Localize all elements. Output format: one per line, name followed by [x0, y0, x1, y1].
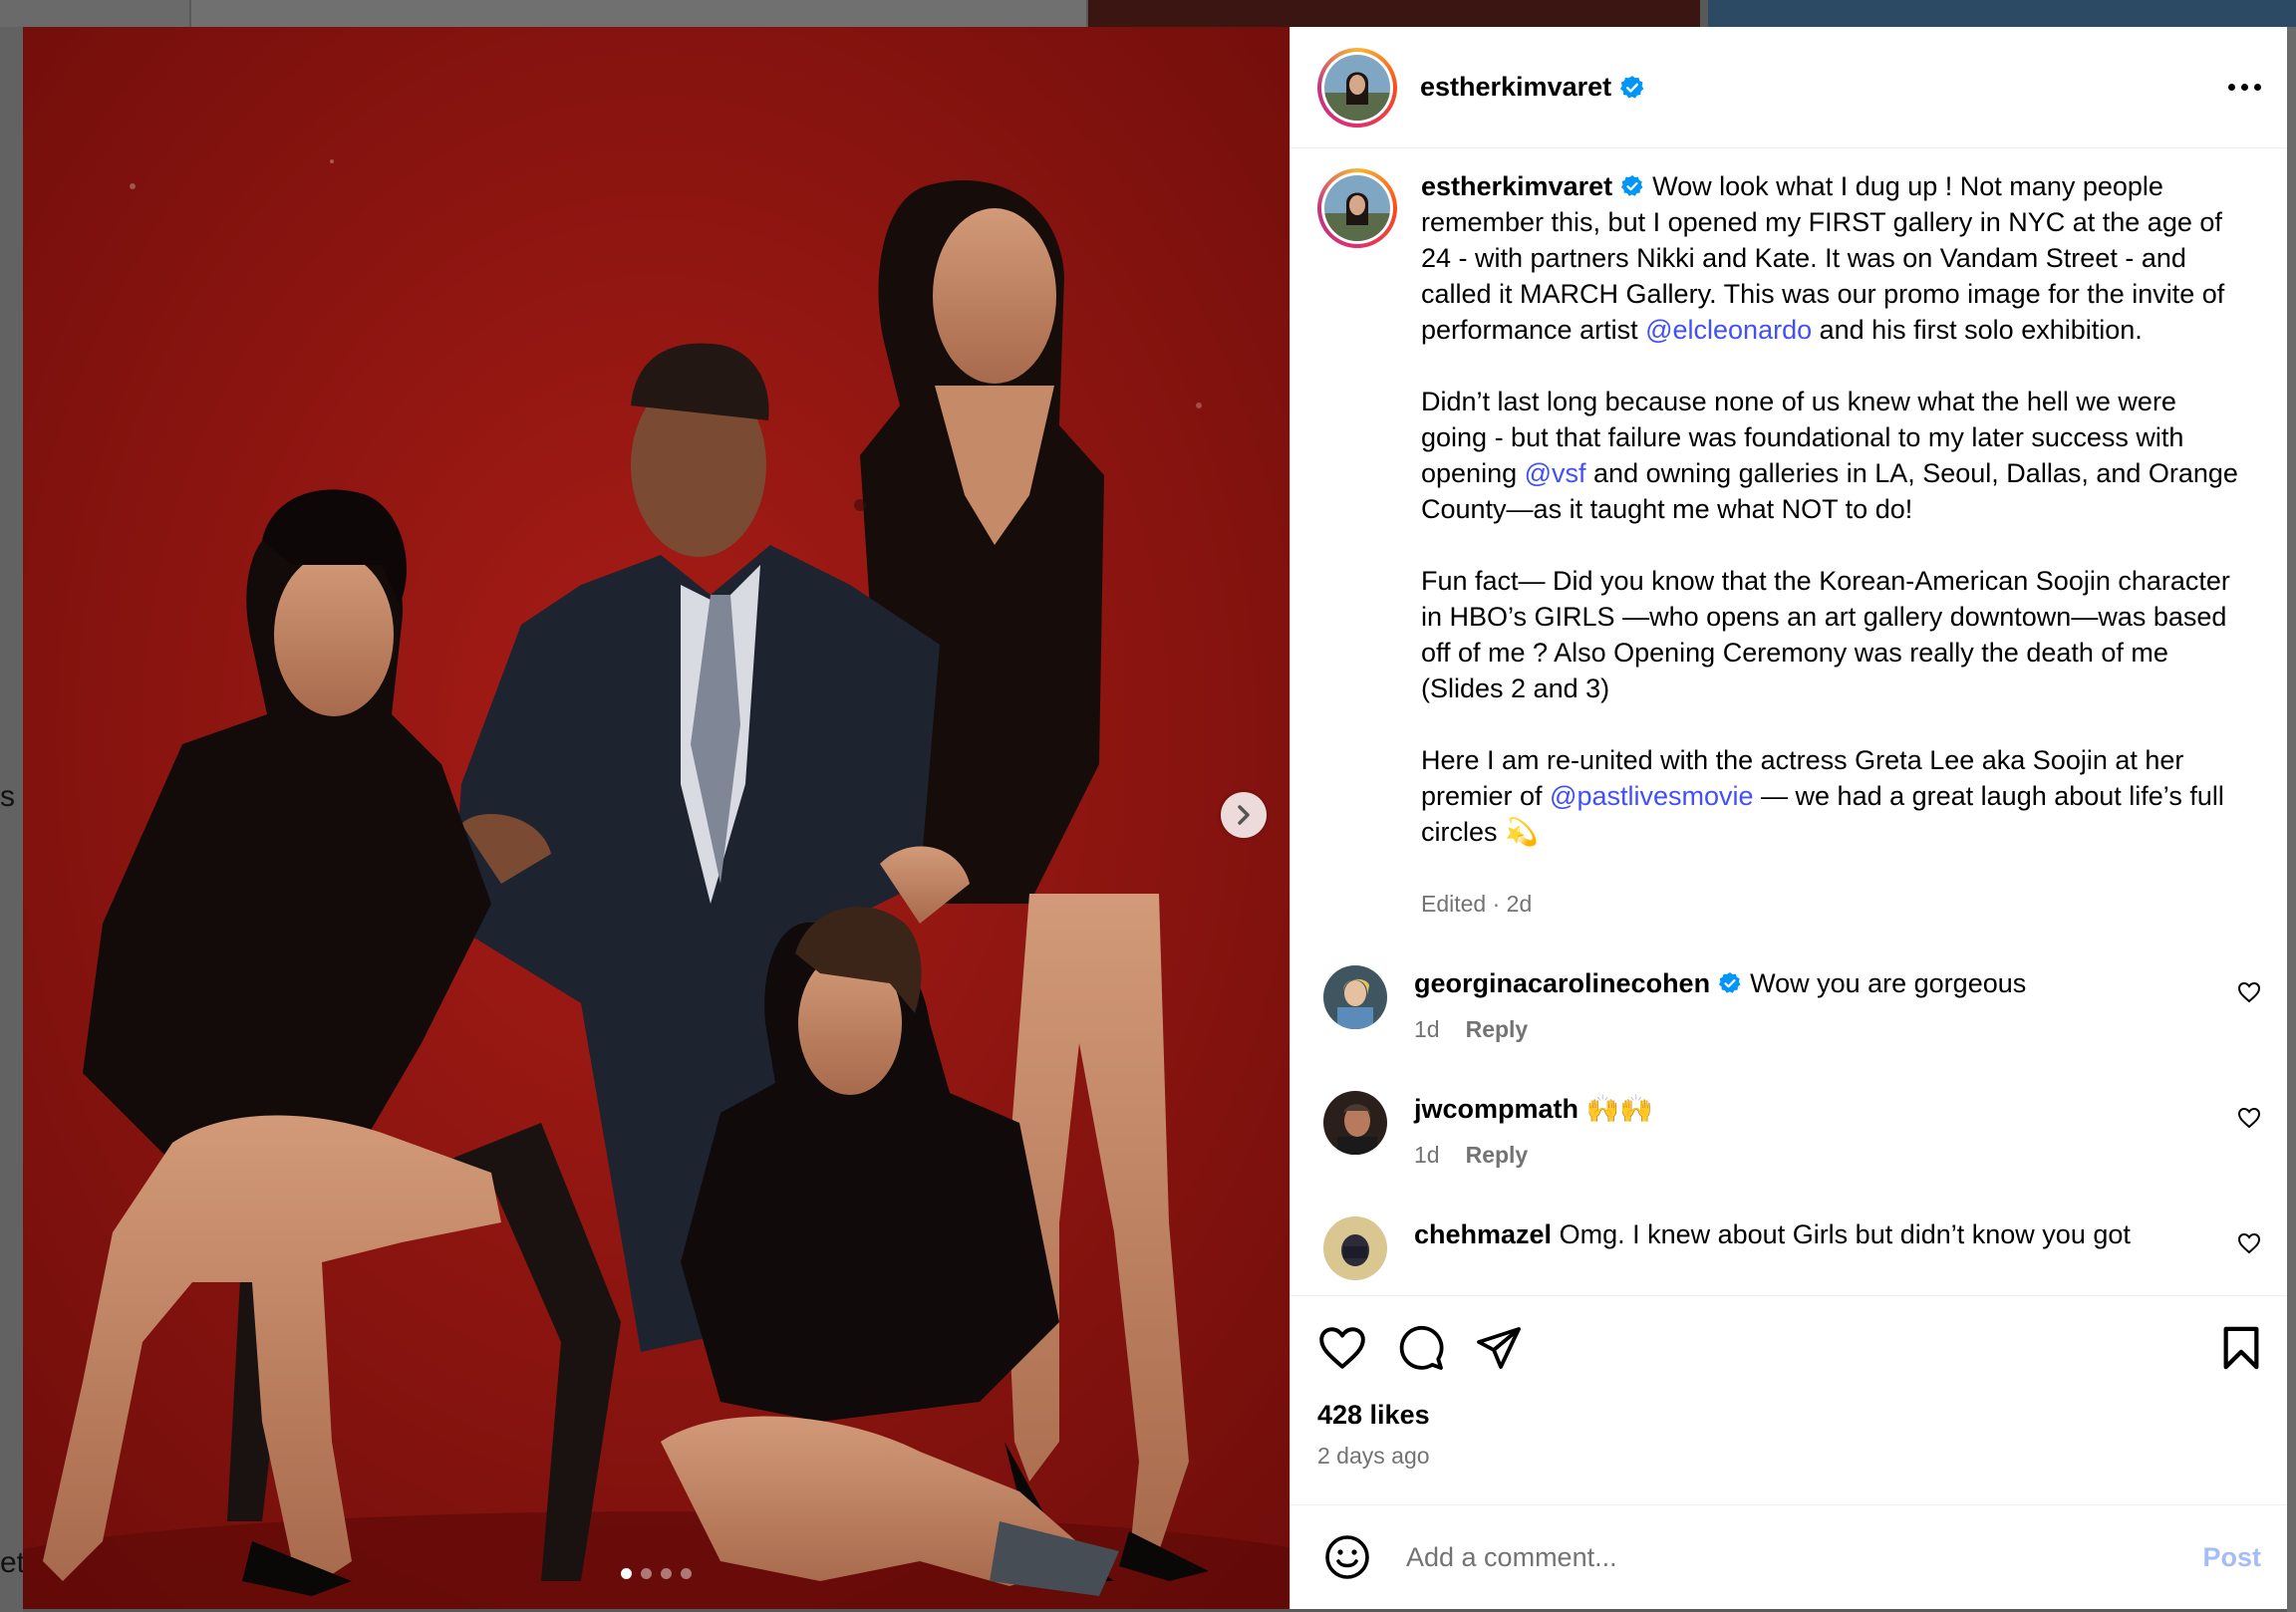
- comment-item: georginacarolinecohen Wow you are gorgeou…: [1317, 965, 2287, 1047]
- post-media: [23, 27, 1290, 1609]
- comment-like-heart-icon[interactable]: [2237, 981, 2261, 1003]
- caption-paragraph-1: estherkimvaret Wow look what I dug up ! N…: [1421, 168, 2238, 348]
- more-options-button[interactable]: [2228, 74, 2261, 101]
- background-feed-tile: [1708, 0, 2296, 27]
- comment-avatar[interactable]: [1323, 965, 1387, 1029]
- verified-badge-icon: [1621, 174, 1643, 196]
- share-button[interactable]: [1475, 1325, 1523, 1371]
- author-username[interactable]: estherkimvaret: [1420, 72, 1611, 103]
- comment-text: 🙌🙌: [1585, 1094, 1653, 1124]
- comment-username[interactable]: jwcompmath: [1414, 1094, 1578, 1124]
- caption-paragraph-3: Fun fact— Did you know that the Korean-A…: [1421, 566, 2230, 703]
- background-edge-text: et: [0, 1546, 26, 1579]
- comment-text: Omg. I knew about Girls but didn’t know …: [1559, 1219, 2131, 1249]
- slide-dot: [661, 1568, 672, 1579]
- mention-link[interactable]: @vsf: [1525, 458, 1586, 488]
- slide-dot: [641, 1568, 652, 1579]
- comment-like-heart-icon[interactable]: [2237, 1107, 2261, 1129]
- post-timestamp: 2 days ago: [1317, 1443, 1430, 1469]
- comment-button[interactable]: [1397, 1324, 1445, 1372]
- caption-paragraph-2: Didn’t last long because none of us knew…: [1421, 384, 2238, 527]
- comment-username[interactable]: chehmazel: [1414, 1219, 1552, 1249]
- verified-badge-icon: [1718, 971, 1741, 993]
- reply-button[interactable]: Reply: [1466, 1016, 1529, 1042]
- like-button[interactable]: [1317, 1325, 1367, 1371]
- comment-text: Wow you are gorgeous: [1750, 968, 2027, 998]
- background-feed-tile: [191, 0, 1086, 27]
- caption-meta: Edited · 2d: [1421, 891, 1533, 917]
- emoji-icon: [1325, 1535, 1369, 1579]
- comment-item: chehmazel Omg. I knew about Girls but di…: [1317, 1216, 2287, 1280]
- post-modal: estherkimvaret estherkimvaretWow look w: [23, 27, 2287, 1609]
- verified-badge-icon: [1620, 75, 1644, 99]
- comment-username[interactable]: georginacarolinecohen: [1414, 968, 1710, 998]
- mention-link[interactable]: @pastlivesmovie: [1550, 781, 1753, 811]
- comment-time: 1d: [1414, 1016, 1440, 1042]
- caption: estherkimvaret Wow look what I dug up ! N…: [1317, 168, 2287, 922]
- comment-avatar[interactable]: [1323, 1216, 1387, 1280]
- post-actions: 428 likes 2 days ago: [1291, 1295, 2287, 1504]
- comment-item: jwcompmath 🙌🙌 1d Reply: [1317, 1091, 2287, 1173]
- slide-dot: [681, 1568, 692, 1579]
- background-feed-tile: [1088, 0, 1700, 27]
- bookmark-icon: [2223, 1326, 2259, 1370]
- save-button[interactable]: [2221, 1325, 2261, 1371]
- add-comment-bar: Post: [1291, 1504, 2287, 1609]
- caption-text: and his first solo exhibition.: [1812, 315, 2143, 345]
- more-horizontal-icon: [2228, 84, 2235, 91]
- author-avatar[interactable]: [1317, 47, 1397, 128]
- post-header: estherkimvaret: [1291, 27, 2287, 148]
- send-icon: [1477, 1327, 1521, 1369]
- comment-like-heart-icon[interactable]: [2237, 1232, 2261, 1254]
- comments-scroll[interactable]: estherkimvaret Wow look what I dug up ! N…: [1291, 148, 2287, 1295]
- heart-icon: [1319, 1327, 1365, 1369]
- slide-dot-active: [621, 1568, 632, 1579]
- chevron-right-icon: [1238, 805, 1250, 825]
- caption-username[interactable]: estherkimvaret: [1421, 171, 1612, 201]
- post-photo: [23, 27, 1290, 1609]
- mention-link[interactable]: @elcleonardo: [1645, 315, 1812, 345]
- background-feed-tile: [0, 0, 189, 27]
- emoji-button[interactable]: [1323, 1533, 1371, 1581]
- post-side-panel: estherkimvaret estherkimvaretWow look w: [1290, 27, 2287, 1609]
- background-edge-text: s: [0, 780, 15, 813]
- slide-indicator: [621, 1568, 692, 1579]
- caption-paragraph-4: Here I am re-united with the actress Gre…: [1421, 742, 2238, 850]
- like-count[interactable]: 428 likes: [1317, 1400, 2261, 1431]
- comment-time: 1d: [1414, 1142, 1440, 1168]
- post-comment-button[interactable]: Post: [2202, 1542, 2261, 1573]
- comment-input[interactable]: [1404, 1540, 2203, 1574]
- caption-avatar[interactable]: [1317, 168, 1397, 248]
- background-feed-tile: [0, 27, 23, 1612]
- comment-avatar[interactable]: [1323, 1091, 1387, 1155]
- background-feed-tile: [2287, 27, 2296, 1612]
- reply-button[interactable]: Reply: [1466, 1142, 1529, 1168]
- comment-icon: [1399, 1325, 1444, 1370]
- next-slide-button[interactable]: [1221, 792, 1267, 838]
